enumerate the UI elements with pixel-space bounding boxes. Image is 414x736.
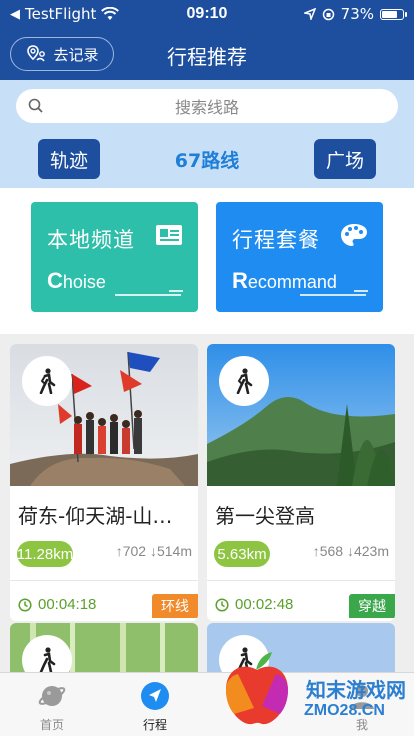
square-button[interactable]: 广场	[314, 139, 376, 179]
descent-value: 423m	[353, 543, 389, 559]
apple-logo-icon	[226, 652, 288, 725]
descent-value: 514m	[156, 543, 192, 559]
divider	[207, 580, 395, 581]
duration-value: 00:02:48	[235, 596, 294, 613]
ascent-value: 702	[122, 543, 147, 559]
id-card-icon	[156, 225, 182, 245]
category-card-local[interactable]: 本地频道 Choise	[31, 202, 198, 312]
category-subtitle: Recommand	[232, 268, 337, 294]
search-icon	[28, 98, 43, 113]
category-title: 行程套餐	[232, 228, 320, 252]
orientation-lock-icon	[322, 8, 334, 20]
divider	[10, 580, 198, 581]
hiking-badge	[219, 356, 269, 406]
status-left: ◀ TestFlight	[10, 5, 160, 23]
category-title: 本地频道	[47, 228, 135, 252]
route-card[interactable]	[10, 623, 198, 672]
tab-label: 首页	[39, 718, 64, 732]
duration-row: 00:02:48	[215, 596, 293, 613]
navigate-icon	[141, 682, 169, 710]
route-card[interactable]: 荷东-仰天湖-山… 11.28km ↑702 ↓514m 00:04:18 环线	[10, 344, 198, 621]
clock-icon	[215, 597, 229, 612]
battery-icon	[380, 8, 407, 20]
page-title: 行程推荐	[167, 45, 247, 69]
search-input[interactable]: 搜索线路	[16, 89, 398, 123]
track-button[interactable]: 轨迹	[38, 139, 100, 179]
status-bar: ◀ TestFlight 09:10 73%	[0, 0, 414, 28]
wifi-icon	[101, 7, 120, 20]
elevation-info: ↑568 ↓423m	[313, 543, 389, 559]
subtitle-initial: R	[232, 268, 248, 293]
back-to-app-icon[interactable]: ◀	[10, 7, 20, 22]
clock-icon	[18, 597, 32, 612]
search-placeholder: 搜索线路	[174, 98, 239, 117]
category-card-recommend[interactable]: 行程套餐 Recommand	[216, 202, 383, 312]
route-type-tag: 穿越	[349, 594, 395, 618]
underline-decoration	[354, 290, 368, 292]
watermark-title: 知末游戏网	[306, 678, 406, 702]
ascent-value: 568	[319, 543, 344, 559]
battery-percent: 73%	[340, 5, 374, 23]
route-count: 67路线	[174, 150, 240, 172]
palette-icon	[341, 224, 367, 246]
ascent-arrow-icon: ↑	[115, 543, 123, 559]
category-subtitle: Choise	[47, 268, 106, 294]
location-arrow-icon	[303, 8, 316, 20]
route-card[interactable]: 第一尖登高 5.63km ↑568 ↓423m 00:02:48 穿越	[207, 344, 395, 621]
planet-icon	[38, 686, 66, 706]
nav-bar: 去记录 行程推荐	[0, 28, 414, 80]
descent-arrow-icon: ↓	[346, 543, 354, 559]
header-area: 搜索线路 轨迹 67路线 广场	[0, 80, 414, 188]
tab-home[interactable]: 首页	[12, 681, 92, 733]
duration-row: 00:04:18	[18, 596, 96, 613]
carrier-label: TestFlight	[25, 5, 97, 23]
distance-badge: 5.63km	[214, 541, 270, 567]
subtitle-initial: C	[47, 268, 63, 293]
route-type-tag: 环线	[152, 594, 198, 618]
status-time: 09:10	[186, 5, 228, 22]
route-name: 荷东-仰天湖-山…	[18, 504, 173, 528]
walking-person-icon	[39, 368, 56, 394]
walking-person-icon	[39, 647, 56, 672]
walking-person-icon	[236, 368, 253, 394]
tab-label: 行程	[142, 718, 167, 732]
underline-decoration	[115, 294, 181, 296]
subtitle-rest: ecommand	[247, 272, 337, 292]
route-name: 第一尖登高	[215, 504, 315, 528]
watermark-url: ZMO28.CN	[304, 702, 385, 719]
distance-badge: 11.28km	[17, 541, 73, 567]
descent-arrow-icon: ↓	[149, 543, 157, 559]
duration-value: 00:04:18	[38, 596, 97, 613]
status-right: 73%	[254, 5, 407, 23]
underline-decoration	[300, 294, 366, 296]
category-section: 本地频道 Choise 行程套餐 Recommand	[0, 188, 414, 334]
watermark-logo: 知末游戏网 ZMO28.CN	[214, 648, 410, 728]
route-feed[interactable]: 荷东-仰天湖-山… 11.28km ↑702 ↓514m 00:04:18 环线	[0, 334, 414, 672]
hiking-badge	[22, 356, 72, 406]
subtitle-rest: hoise	[62, 272, 106, 292]
elevation-info: ↑702 ↓514m	[116, 543, 192, 559]
underline-decoration	[169, 290, 183, 292]
tab-trips[interactable]: 行程	[115, 681, 195, 733]
battery-fill	[382, 10, 397, 18]
ascent-arrow-icon: ↑	[312, 543, 320, 559]
